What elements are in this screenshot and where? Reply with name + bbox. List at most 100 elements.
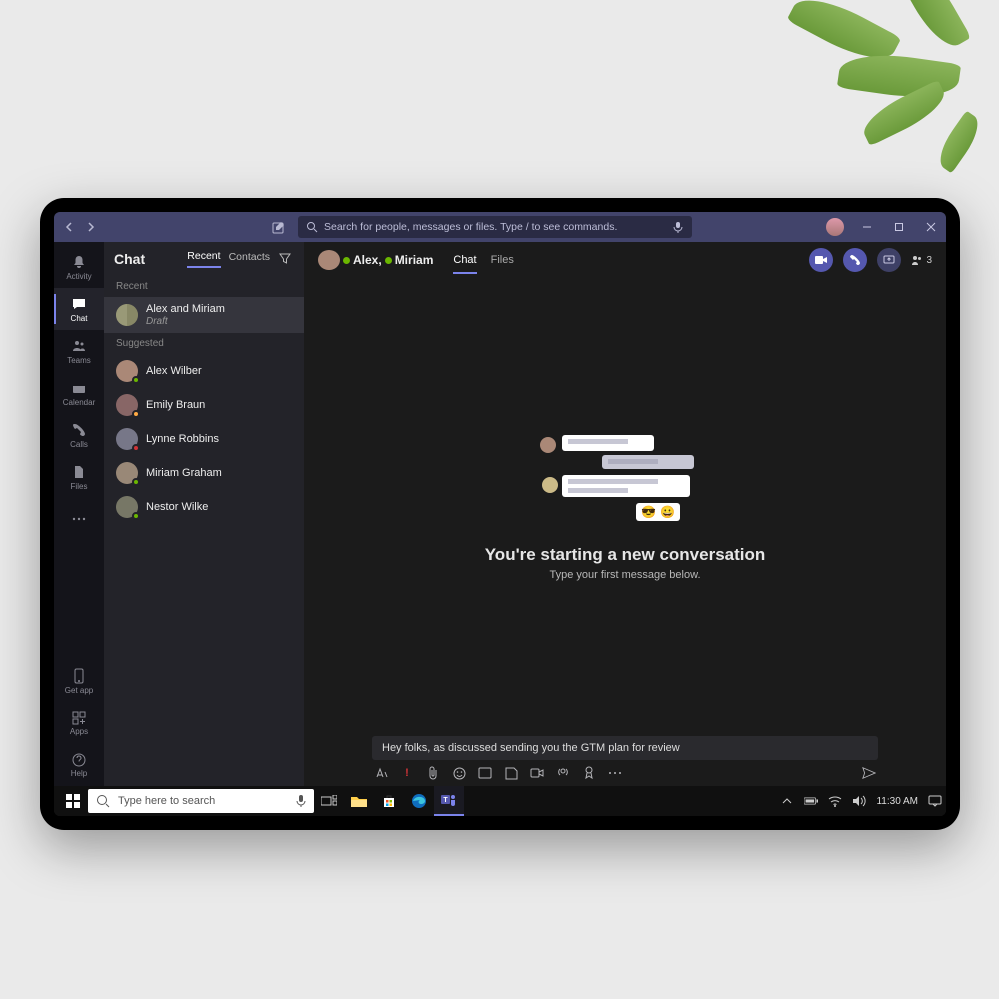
section-suggested: Suggested <box>104 333 304 354</box>
gif-icon[interactable] <box>478 766 492 780</box>
section-recent: Recent <box>104 276 304 297</box>
empty-title: You're starting a new conversation <box>485 545 766 565</box>
chatlist-tab-contacts[interactable]: Contacts <box>229 251 270 267</box>
sticker-icon[interactable] <box>504 766 518 780</box>
window-maximize-icon[interactable] <box>890 218 908 236</box>
chat-row[interactable]: Emily Braun <box>104 388 304 422</box>
rail-chat[interactable]: Chat <box>54 288 104 330</box>
composer: Hey folks, as discussed sending you the … <box>304 736 946 786</box>
rail-files-label: Files <box>71 482 88 491</box>
chat-row[interactable]: Lynne Robbins <box>104 422 304 456</box>
avatar <box>116 462 138 484</box>
participant-name: Alex, <box>353 253 382 267</box>
chat-row[interactable]: Alex and Miriam Draft <box>104 297 304 333</box>
participants: Alex, Miriam <box>318 250 433 270</box>
chat-row[interactable]: Miriam Graham <box>104 456 304 490</box>
wifi-icon[interactable] <box>828 794 842 808</box>
participant-count-value: 3 <box>926 255 932 266</box>
rail-apps-label: Apps <box>70 727 88 736</box>
empty-subtitle: Type your first message below. <box>549 569 700 581</box>
taskbar-mic-icon[interactable] <box>296 794 306 808</box>
rail-calendar-label: Calendar <box>63 398 95 407</box>
video-call-button[interactable] <box>809 248 833 272</box>
edge-icon[interactable] <box>404 786 434 816</box>
battery-icon[interactable] <box>804 794 818 808</box>
more-actions-icon[interactable] <box>608 766 622 780</box>
send-button[interactable] <box>862 766 876 780</box>
explorer-icon[interactable] <box>344 786 374 816</box>
message-input[interactable]: Hey folks, as discussed sending you the … <box>372 736 878 760</box>
rail-calls[interactable]: Calls <box>54 414 104 456</box>
svg-text:T: T <box>443 797 448 804</box>
store-icon[interactable] <box>374 786 404 816</box>
taskbar-search[interactable]: Type here to search <box>88 789 314 813</box>
rail-calendar[interactable]: Calendar <box>54 372 104 414</box>
volume-icon[interactable] <box>852 794 866 808</box>
rail-calls-label: Calls <box>70 440 88 449</box>
chat-name: Miriam Graham <box>146 467 222 480</box>
avatar <box>116 428 138 450</box>
window-minimize-icon[interactable] <box>858 218 876 236</box>
search-placeholder: Search for people, messages or files. Ty… <box>324 221 672 233</box>
filter-icon[interactable] <box>278 251 294 267</box>
chat-name: Lynne Robbins <box>146 433 219 446</box>
chat-sub: Draft <box>146 316 225 328</box>
message-draft: Hey folks, as discussed sending you the … <box>382 742 680 754</box>
task-view-icon[interactable] <box>314 786 344 816</box>
action-center-icon[interactable] <box>928 794 942 808</box>
rail-teams-label: Teams <box>67 356 91 365</box>
stream-icon[interactable] <box>556 766 570 780</box>
empty-illustration: 😎😀 <box>540 433 710 533</box>
nav-forward-icon[interactable] <box>80 217 100 237</box>
window-close-icon[interactable] <box>922 218 940 236</box>
avatar <box>116 496 138 518</box>
praise-icon[interactable] <box>582 766 596 780</box>
priority-icon[interactable]: ! <box>400 766 414 780</box>
participant-name: Miriam <box>395 253 434 267</box>
taskbar-clock[interactable]: 11:30 AM <box>876 796 918 807</box>
mic-icon[interactable] <box>672 221 684 233</box>
rail-activity-label: Activity <box>66 272 91 281</box>
rail-getapp[interactable]: Get app <box>54 660 104 702</box>
rail-more-icon[interactable] <box>54 498 104 540</box>
start-button[interactable] <box>58 786 88 816</box>
empty-state: 😎😀 You're starting a new conversation Ty… <box>304 278 946 736</box>
rail-apps[interactable]: Apps <box>54 702 104 744</box>
format-icon[interactable] <box>374 766 388 780</box>
audio-call-button[interactable] <box>843 248 867 272</box>
conv-tab-chat[interactable]: Chat <box>453 246 476 274</box>
rail-chat-label: Chat <box>71 314 88 323</box>
taskbar-search-placeholder: Type here to search <box>118 795 288 807</box>
avatar <box>318 250 340 270</box>
chat-name: Emily Braun <box>146 399 205 412</box>
share-screen-button[interactable] <box>877 248 901 272</box>
rail-files[interactable]: Files <box>54 456 104 498</box>
user-avatar[interactable] <box>826 218 844 236</box>
conversation-header: Alex, Miriam Chat Files 3 <box>304 242 946 278</box>
chat-name: Alex and Miriam <box>146 303 225 316</box>
attach-icon[interactable] <box>426 766 440 780</box>
participant-count[interactable]: 3 <box>911 254 932 266</box>
chatlist-title: Chat <box>114 251 179 267</box>
emoji-icon[interactable] <box>452 766 466 780</box>
chat-list-panel: Chat Recent Contacts Recent Alex and Mir… <box>104 242 304 786</box>
search-input[interactable]: Search for people, messages or files. Ty… <box>298 216 692 238</box>
conv-tab-files[interactable]: Files <box>491 246 514 274</box>
rail-help[interactable]: Help <box>54 744 104 786</box>
chat-name: Nestor Wilke <box>146 501 208 514</box>
titlebar: Search for people, messages or files. Ty… <box>54 212 946 242</box>
new-chat-icon[interactable] <box>268 216 290 238</box>
rail-activity[interactable]: Activity <box>54 246 104 288</box>
teams-taskbar-icon[interactable]: T <box>434 786 464 816</box>
meet-now-icon[interactable] <box>530 766 544 780</box>
chat-row[interactable]: Nestor Wilke <box>104 490 304 524</box>
chatlist-tab-recent[interactable]: Recent <box>187 250 220 268</box>
rail-teams[interactable]: Teams <box>54 330 104 372</box>
chat-name: Alex Wilber <box>146 365 202 378</box>
group-avatar <box>116 304 138 326</box>
tray-up-icon[interactable] <box>780 794 794 808</box>
nav-back-icon[interactable] <box>60 217 80 237</box>
chat-row[interactable]: Alex Wilber <box>104 354 304 388</box>
app-rail: Activity Chat Teams Calendar Calls Files <box>54 242 104 786</box>
windows-taskbar: Type here to search T 11:30 AM <box>54 786 946 816</box>
